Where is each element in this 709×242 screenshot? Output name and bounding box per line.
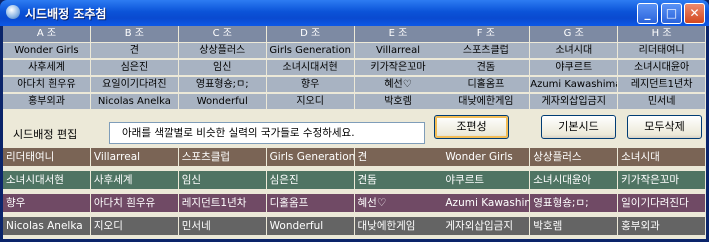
group-team-cell[interactable]: 야쿠르트 [530, 59, 619, 75]
group-header: D 조 [266, 26, 355, 42]
seed-row: 리더태여니 Villarreal 스포츠클럽 Girls Generation 견 Won… [3, 148, 707, 166]
group-team-cell[interactable]: 소녀시대서현 [266, 59, 355, 75]
group-team-cell[interactable]: Wonder Girls [3, 42, 91, 58]
delete-all-button[interactable]: 모두삭제 [627, 115, 702, 139]
default-seed-button[interactable]: 기본시드 [541, 115, 616, 139]
seed-cell[interactable]: 임신 [178, 171, 267, 189]
seed-row: 소녀시대서현 사후세계 임신 심은진 견돔 야쿠르트 소녀시대윤아 키가작은꼬마 [3, 171, 707, 189]
group-header: A 조 [3, 26, 91, 42]
seed-row: 향우아다치 흰우유레지던트1년차디홀옴프혜선♡Azumi Kawashima영표… [3, 194, 707, 212]
group-header: B 조 [90, 26, 179, 42]
group-team-cell[interactable]: 향우 [266, 76, 355, 92]
seed-cell[interactable]: 영표형숑;ㅁ; [530, 194, 619, 212]
seed-cell[interactable]: 게자외삽입금지 [442, 217, 531, 235]
maximize-button[interactable]: □ [661, 3, 682, 24]
group-team-cell[interactable]: 혜선♡ [354, 76, 443, 92]
group-team-cell[interactable]: 박호렘 [354, 93, 443, 109]
seed-cell[interactable]: 소녀시대 [618, 148, 707, 166]
seed-cell[interactable]: Azumi Kawashima [442, 194, 531, 212]
group-team-cell[interactable]: 키가작은꼬마 [354, 59, 443, 75]
group-team-cell[interactable]: 민서네 [618, 93, 707, 109]
regroup-button[interactable]: 조편성 [434, 115, 509, 139]
seed-cell[interactable]: 심은진 [266, 171, 355, 189]
seed-cell[interactable]: 박호렘 [530, 217, 619, 235]
group-team-cell[interactable]: 소녀시대 [530, 42, 619, 58]
group-header: C 조 [178, 26, 267, 42]
seed-cell[interactable]: 민서네 [178, 217, 267, 235]
seed-cell[interactable]: 스포츠클럽 [178, 148, 267, 166]
seed-cell[interactable]: 리더태여니 [3, 148, 91, 166]
app-icon [6, 5, 20, 19]
seed-cell[interactable]: 대낮에한게임 [354, 217, 443, 235]
close-button[interactable]: ✕ [684, 3, 705, 24]
group-team-cell[interactable]: 임신 [178, 59, 267, 75]
group-team-cell[interactable]: 레지던트1년차 [618, 76, 707, 92]
seed-cell[interactable]: 향우 [3, 194, 91, 212]
seed-cell[interactable]: Nicolas Anelka [3, 217, 91, 235]
group-team-cell[interactable]: 견돔 [442, 59, 531, 75]
group-team-cell[interactable]: Girls Generation [266, 42, 355, 58]
seed-cell[interactable]: Wonder Girls [442, 148, 531, 166]
group-team-cell[interactable]: Wonderful [178, 93, 267, 109]
group-team-cell[interactable]: 아다치 흰우유 [3, 76, 91, 92]
client-area: A 조B 조C 조D 조E 조F 조G 조H 조 Wonder Girls 사후세계… [3, 26, 707, 239]
seed-cell[interactable]: Girls Generation [266, 148, 355, 166]
window-title: 시드배정 조추첨 [25, 7, 107, 21]
group-team-cell[interactable]: 홍부외과 [3, 93, 91, 109]
seed-row: Nicolas Anelka 지오디 민서네 Wonderful 대낮에한게임 게자외삽입… [3, 217, 707, 235]
group-team-cell[interactable]: Villarreal [354, 42, 443, 58]
seed-cell[interactable]: 사후세계 [90, 171, 179, 189]
status-label: 시드배정 편집 [13, 128, 78, 141]
title-bar[interactable]: 시드배정 조추첨 _ □ ✕ [0, 0, 709, 26]
hint-box: 아래를 색깔별로 비슷한 실력의 국가들로 수정하세요. [109, 122, 425, 144]
group-team-cell[interactable]: Nicolas Anelka [90, 93, 179, 109]
group-team-cell[interactable]: 견 [90, 42, 179, 58]
seed-cell[interactable]: 견 [354, 148, 443, 166]
group-header: E 조 [354, 26, 443, 42]
group-team-cell[interactable]: 사후세계 [3, 59, 91, 75]
seed-cell[interactable]: Wonderful [266, 217, 355, 235]
group-team-cell[interactable]: Azumi Kawashima [530, 76, 619, 92]
seed-cell[interactable]: 상상플러스 [530, 148, 619, 166]
group-team-cell[interactable]: 심은진 [90, 59, 179, 75]
group-team-cell[interactable]: 상상플러스 [178, 42, 267, 58]
seed-cell[interactable]: 일이기다려진다 [618, 194, 707, 212]
seed-cell[interactable]: Villarreal [90, 148, 179, 166]
seed-cell[interactable]: 키가작은꼬마 [618, 171, 707, 189]
seed-cell[interactable]: 소녀시대윤아 [530, 171, 619, 189]
group-header: H 조 [618, 26, 707, 42]
group-header: G 조 [530, 26, 619, 42]
seed-cell[interactable]: 아다치 흰우유 [90, 194, 179, 212]
seed-cell[interactable]: 지오디 [90, 217, 179, 235]
group-team-cell[interactable]: 게자외삽입금지 [530, 93, 619, 109]
group-team-cell[interactable]: 스포츠클럽 [442, 42, 531, 58]
minimize-button[interactable]: _ [637, 3, 658, 24]
group-team-cell[interactable]: 리더태여니 [618, 42, 707, 58]
group-team-cell[interactable]: 디홀옴프 [442, 76, 531, 92]
group-team-cell[interactable]: 지오디 [266, 93, 355, 109]
seed-cell[interactable]: 견돔 [354, 171, 443, 189]
seed-cell[interactable]: 홍부외과 [618, 217, 707, 235]
group-team-cell[interactable]: 요일이기다려진 [90, 76, 179, 92]
seed-cell[interactable]: 디홀옴프 [266, 194, 355, 212]
seed-cell[interactable]: 혜선♡ [354, 194, 443, 212]
seed-cell[interactable]: 레지던트1년차 [178, 194, 267, 212]
group-header: F 조 [442, 26, 531, 42]
group-team-cell[interactable]: 대낮에한게임 [442, 93, 531, 109]
seed-cell[interactable]: 야쿠르트 [442, 171, 531, 189]
app-window: 시드배정 조추첨 _ □ ✕ A 조B 조C 조D 조E 조F 조G 조H 조 W… [0, 0, 709, 242]
group-team-cell[interactable]: 영표형숑;ㅁ; [178, 76, 267, 92]
seed-cell[interactable]: 소녀시대서현 [3, 171, 91, 189]
group-team-cell[interactable]: 소녀시대윤아 [618, 59, 707, 75]
